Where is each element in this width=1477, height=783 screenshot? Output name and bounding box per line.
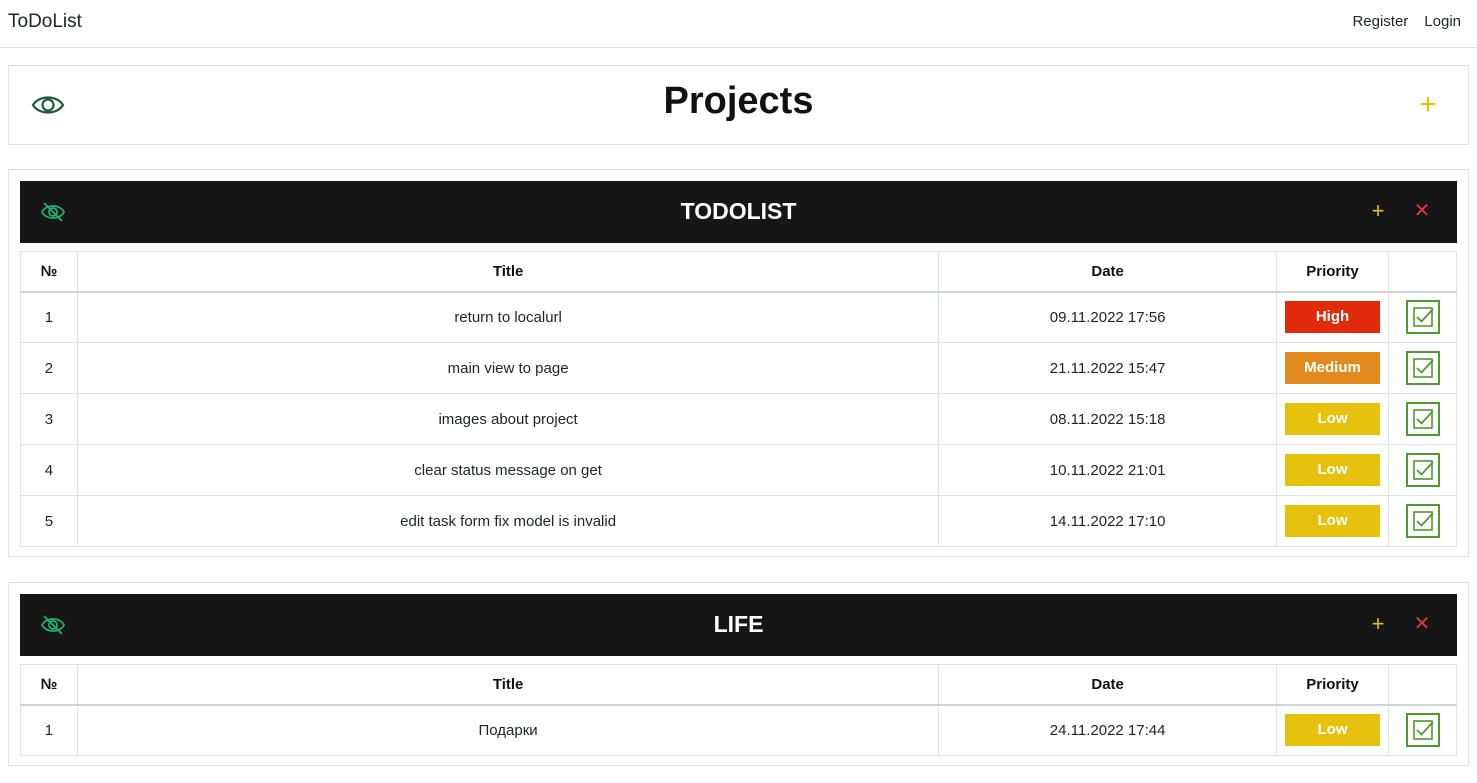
- task-date: 08.11.2022 15:18: [938, 393, 1278, 445]
- task-title[interactable]: return to localurl: [76, 291, 940, 343]
- table-header-row: № Title Date Priority: [20, 251, 1457, 293]
- task-actions-cell: [1388, 393, 1457, 445]
- task-actions-cell: [1388, 704, 1457, 756]
- task-title[interactable]: Подарки: [76, 704, 940, 756]
- task-date: 21.11.2022 15:47: [938, 342, 1278, 394]
- table-row: 2 main view to page 21.11.2022 15:47 Medium: [20, 342, 1457, 394]
- priority-badge: Medium: [1285, 352, 1380, 384]
- tasks-table-head: № Title Date Priority: [20, 251, 1457, 293]
- task-priority-cell: Medium: [1276, 342, 1389, 394]
- column-header: Date: [938, 251, 1278, 293]
- add-task-button[interactable]: +: [1367, 609, 1389, 639]
- complete-task-icon[interactable]: [1405, 713, 1440, 748]
- add-task-button[interactable]: +: [1367, 196, 1389, 226]
- task-actions-cell: [1388, 291, 1457, 343]
- task-number: 1: [20, 291, 78, 343]
- complete-task-icon[interactable]: [1405, 504, 1440, 538]
- task-priority-cell: Low: [1276, 495, 1389, 547]
- tasks-table-head: № Title Date Priority: [20, 664, 1457, 706]
- nav-links: Register Login: [1352, 13, 1461, 30]
- project-header-bar: TODOLIST + ✕: [20, 181, 1457, 243]
- task-number: 2: [20, 342, 78, 394]
- table-row: 5 edit task form fix model is invalid 14.1…: [20, 495, 1457, 547]
- project-name: TODOLIST: [680, 198, 797, 224]
- column-header: Title: [76, 251, 940, 293]
- table-row: 1 Подарки 24.11.2022 17:44 Low: [20, 704, 1457, 756]
- task-priority-cell: Low: [1276, 444, 1389, 496]
- tasks-table-body: 1 return to localurl 09.11.2022 17:56 High 2…: [20, 291, 1457, 547]
- priority-badge: Low: [1285, 403, 1380, 435]
- complete-task-icon[interactable]: [1405, 453, 1440, 487]
- tasks-table: № Title Date Priority 1 Подарки 24.11.2022 17:…: [20, 664, 1457, 756]
- tasks-table: № Title Date Priority 1 return to localurl 09.…: [20, 251, 1457, 547]
- task-date: 10.11.2022 21:01: [938, 444, 1278, 496]
- priority-badge: Low: [1285, 714, 1380, 747]
- projects-header: Projects +: [8, 65, 1469, 145]
- complete-task-icon[interactable]: [1405, 402, 1440, 436]
- complete-task-icon[interactable]: [1405, 300, 1440, 335]
- delete-project-button[interactable]: ✕: [1411, 609, 1433, 639]
- column-header: [1388, 251, 1457, 293]
- task-date: 09.11.2022 17:56: [938, 291, 1278, 343]
- task-priority-cell: Low: [1276, 704, 1389, 756]
- project-name: LIFE: [713, 611, 764, 637]
- delete-project-button[interactable]: ✕: [1411, 196, 1433, 226]
- login-link[interactable]: Login: [1424, 13, 1461, 30]
- complete-task-icon[interactable]: [1405, 351, 1440, 385]
- task-priority-cell: Low: [1276, 393, 1389, 445]
- task-priority-cell: High: [1276, 291, 1389, 343]
- task-actions-cell: [1388, 342, 1457, 394]
- register-link[interactable]: Register: [1352, 13, 1408, 30]
- add-project-button[interactable]: +: [1416, 88, 1440, 122]
- task-number: 5: [20, 495, 78, 547]
- task-title[interactable]: edit task form fix model is invalid: [76, 495, 940, 547]
- project-card: TODOLIST + ✕ № Title Date Priority 1 return to l…: [8, 169, 1469, 557]
- task-number: 4: [20, 444, 78, 496]
- task-number: 1: [20, 704, 78, 756]
- task-title[interactable]: clear status message on get: [76, 444, 940, 496]
- task-number: 3: [20, 393, 78, 445]
- page-title: Projects: [663, 80, 814, 122]
- column-header: [1388, 664, 1457, 706]
- column-header: Priority: [1276, 664, 1389, 706]
- priority-badge: Low: [1285, 454, 1380, 486]
- brand-logo[interactable]: ToDoList: [8, 11, 82, 33]
- priority-badge: High: [1285, 301, 1380, 334]
- table-row: 1 return to localurl 09.11.2022 17:56 High: [20, 291, 1457, 343]
- table-header-row: № Title Date Priority: [20, 664, 1457, 706]
- task-actions-cell: [1388, 495, 1457, 547]
- task-title[interactable]: images about project: [76, 393, 940, 445]
- navbar: ToDoList Register Login: [0, 0, 1477, 48]
- project-card: LIFE + ✕ № Title Date Priority 1 Подарки 24.11.20…: [8, 582, 1469, 766]
- task-date: 14.11.2022 17:10: [938, 495, 1278, 547]
- column-header: №: [20, 664, 78, 706]
- table-row: 4 clear status message on get 10.11.2022 2…: [20, 444, 1457, 496]
- task-title[interactable]: main view to page: [76, 342, 940, 394]
- column-header: Priority: [1276, 251, 1389, 293]
- task-date: 24.11.2022 17:44: [938, 704, 1278, 756]
- priority-badge: Low: [1285, 505, 1380, 537]
- project-header-bar: LIFE + ✕: [20, 594, 1457, 656]
- table-row: 3 images about project 08.11.2022 15:18 Low: [20, 393, 1457, 445]
- column-header: №: [20, 251, 78, 293]
- task-actions-cell: [1388, 444, 1457, 496]
- column-header: Date: [938, 664, 1278, 706]
- tasks-table-body: 1 Подарки 24.11.2022 17:44 Low: [20, 704, 1457, 756]
- column-header: Title: [76, 664, 940, 706]
